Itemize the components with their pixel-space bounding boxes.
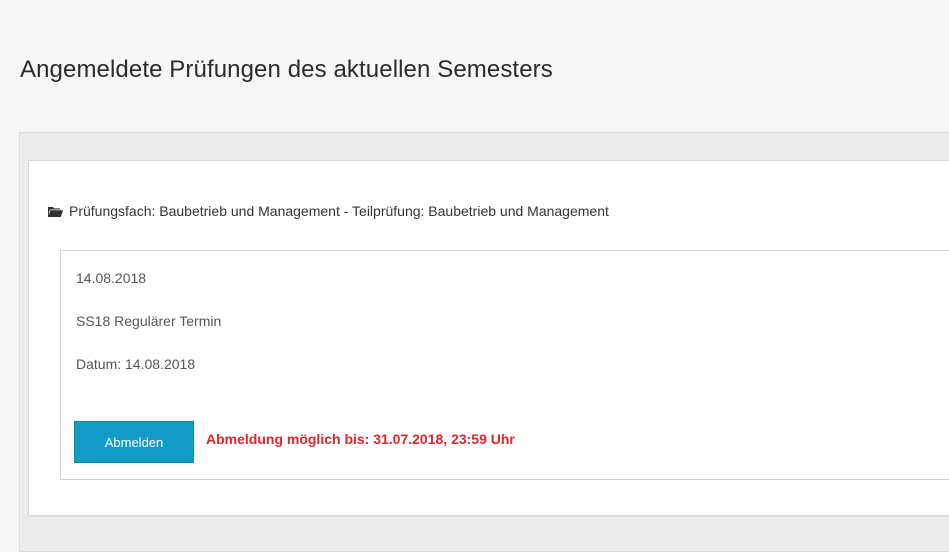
page-title: Angemeldete Prüfungen des aktuellen Seme… [20, 56, 553, 83]
deregister-button[interactable]: Abmelden [74, 421, 194, 463]
exam-term: SS18 Regulärer Termin [76, 313, 222, 329]
folder-open-icon [48, 205, 63, 217]
exam-datum: Datum: 14.08.2018 [76, 356, 196, 372]
exam-date: 14.08.2018 [76, 270, 147, 286]
deregistration-deadline: Abmeldung möglich bis: 31.07.2018, 23:59… [206, 431, 515, 447]
exam-subject-label: Prüfungsfach: Baubetrieb und Management … [69, 203, 609, 219]
exam-subject-header: Prüfungsfach: Baubetrieb und Management … [48, 203, 609, 219]
